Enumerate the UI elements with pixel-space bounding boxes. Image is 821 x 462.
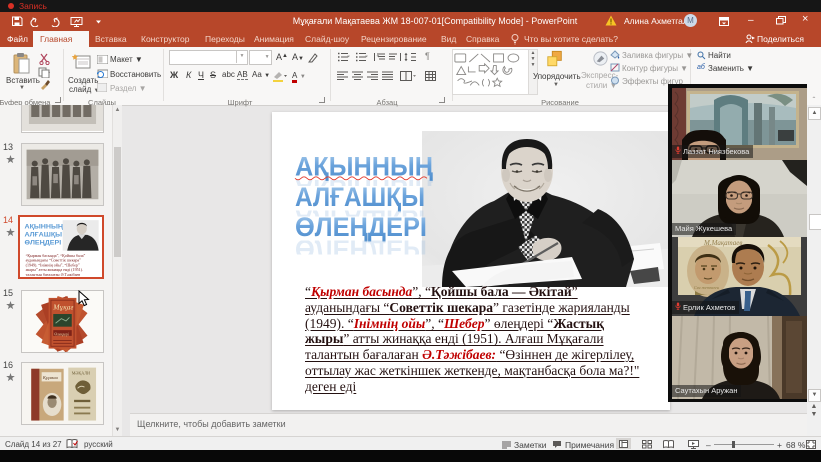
svg-text:ӨЛЕҢДЕРІ: ӨЛЕҢДЕРІ xyxy=(24,240,61,247)
svg-text:ауданындағы “Советтік шекара”: ауданындағы “Советтік шекара” xyxy=(26,258,82,263)
svg-text:Құрман: Құрман xyxy=(42,375,59,380)
svg-text:Сен жетпеген: Сен жетпеген xyxy=(694,285,719,290)
svg-text:Өлеңдері: Өлеңдері xyxy=(54,332,69,336)
svg-text:Мұқағ: Мұқағ xyxy=(52,302,73,311)
svg-text:жыры” атты жинаққа енді (1951): жыры” атты жинаққа енді (1951). xyxy=(25,268,83,272)
svg-text:АЛҒАШҚЫ: АЛҒАШҚЫ xyxy=(24,232,62,239)
svg-text:МӘҚАЛИ: МӘҚАЛИ xyxy=(72,371,90,376)
svg-text:талантын бағалаған Ә.Тәжібаев: талантын бағалаған Ә.Тәжібаев xyxy=(26,273,81,277)
svg-text:АҚЫННЫҢ: АҚЫННЫҢ xyxy=(24,224,63,231)
svg-text:АЛҒАШҚЫ: АЛҒАШҚЫ xyxy=(295,182,425,212)
